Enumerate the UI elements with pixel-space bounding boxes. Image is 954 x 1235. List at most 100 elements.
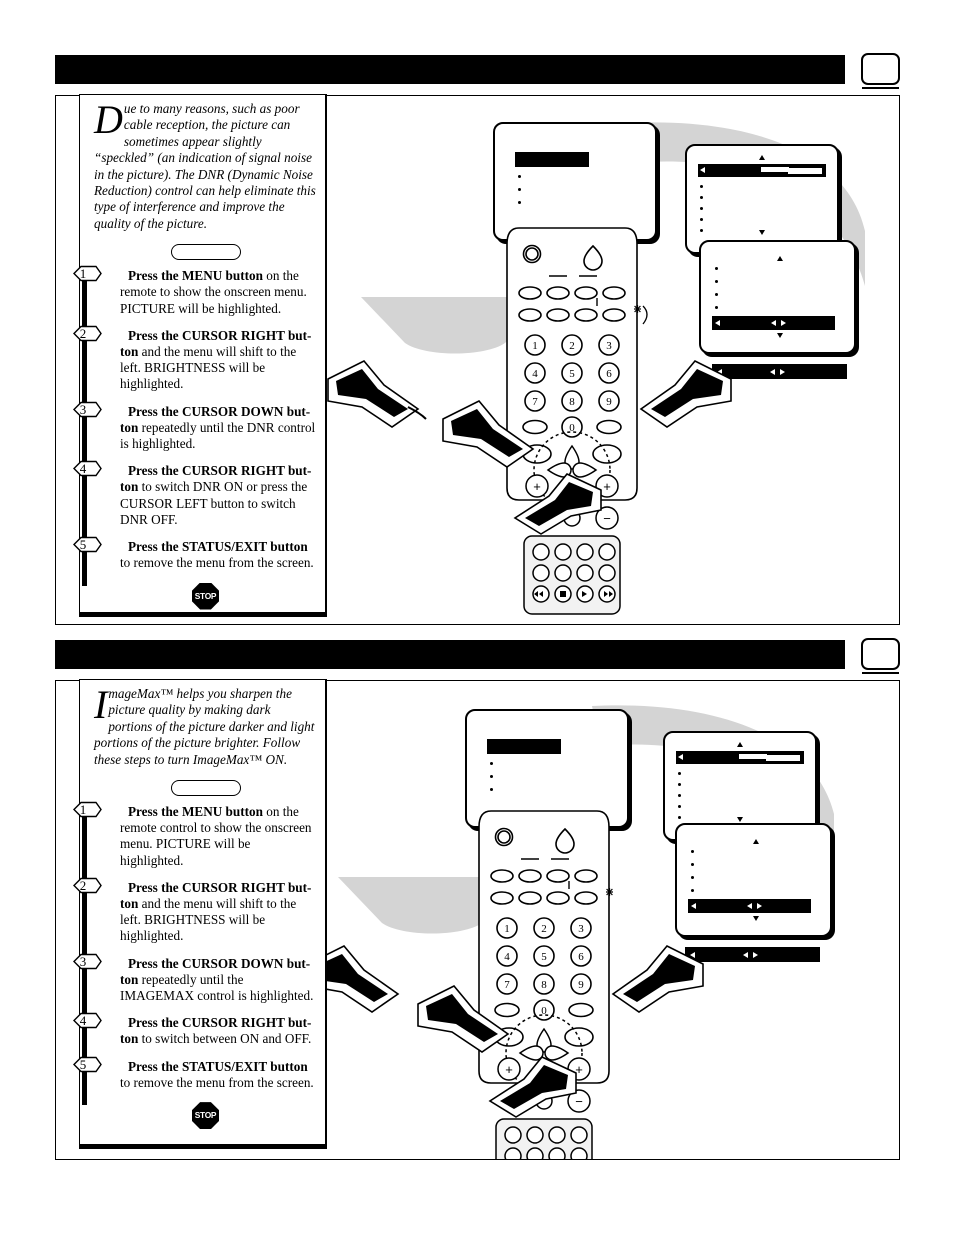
svg-text:4: 4 bbox=[532, 368, 538, 380]
pointing-hand-cursor-mid-imagemax bbox=[417, 985, 510, 1053]
osd-bullet bbox=[678, 816, 681, 819]
step-rail bbox=[82, 1070, 87, 1106]
steps-list-dnr: 1 Press the MENU button on the remote to… bbox=[73, 266, 317, 610]
svg-text:9: 9 bbox=[606, 396, 612, 408]
step-number: 1 bbox=[79, 802, 87, 818]
step-item: 1 Press the MENU button on the remote to… bbox=[73, 266, 317, 331]
step-text-rest: repeatedly until the DNR control is high… bbox=[120, 419, 316, 452]
step-text: Press the MENU button on the remote to s… bbox=[120, 268, 317, 317]
osd-up-arrow bbox=[753, 839, 759, 844]
step-item: 4 Press the CURSOR RIGHT but-ton to swit… bbox=[73, 461, 317, 543]
step-text-bold: Press the STATUS/EXIT button bbox=[128, 1058, 308, 1074]
menu-screen-3 bbox=[675, 823, 832, 937]
svg-text:4: 4 bbox=[504, 951, 510, 963]
pointing-hand-cursor-right-dnr bbox=[639, 360, 732, 428]
illustration-area-dnr: 123 456 789 0 + + − bbox=[327, 96, 899, 624]
step-number-badge: 3 bbox=[72, 401, 102, 418]
svg-text:2: 2 bbox=[541, 923, 547, 935]
menu-screen-2 bbox=[685, 144, 839, 254]
step-item: 3 Press the CURSOR DOWN but-ton repeated… bbox=[73, 401, 317, 467]
osd-up-arrow bbox=[737, 742, 743, 747]
instruction-panel-dnr: Due to many reasons, such as poor cable … bbox=[73, 94, 327, 617]
stop-sign-icon: STOP bbox=[192, 1102, 219, 1130]
stop-sign-icon: STOP bbox=[192, 582, 219, 610]
step-item: 1 Press the MENU button on the remote co… bbox=[73, 801, 317, 883]
intro-paragraph-imagemax: ImageMax™ helps you sharpen the picture … bbox=[94, 685, 317, 768]
steps-list-imagemax: 1 Press the MENU button on the remote co… bbox=[73, 801, 317, 1130]
osd-bullet bbox=[490, 788, 493, 791]
step-text: Press the STATUS/EXIT button to remove t… bbox=[120, 1059, 317, 1091]
step-rail bbox=[82, 415, 87, 467]
step-number: 2 bbox=[79, 877, 87, 893]
step-number-badge: 1 bbox=[72, 801, 102, 818]
section-header-bar-imagemax bbox=[55, 640, 845, 669]
pointing-hand-cursor-mid-dnr bbox=[442, 400, 535, 468]
step-item: 3 Press the CURSOR DOWN but-ton repeated… bbox=[73, 953, 317, 1019]
step-text-rest: and the menu will shift to the left. BRI… bbox=[120, 896, 297, 944]
svg-text:5: 5 bbox=[541, 951, 547, 963]
step-number-badge: 2 bbox=[72, 877, 102, 894]
pointing-hand-cursor-lower-imagemax bbox=[488, 1056, 577, 1118]
svg-text:8: 8 bbox=[541, 979, 547, 991]
menu-button-outline-dnr bbox=[170, 244, 241, 261]
step-number: 4 bbox=[79, 1013, 87, 1029]
step-number-badge: 5 bbox=[72, 536, 102, 553]
step-number: 2 bbox=[79, 325, 87, 341]
intro-text-imagemax: mageMax™ helps you sharpen the picture q… bbox=[94, 686, 315, 767]
osd-bullet bbox=[518, 175, 521, 178]
stop-sign-label: STOP bbox=[194, 1110, 217, 1121]
osd-slider-fill bbox=[761, 167, 789, 172]
illustration-area-imagemax: 123 456 789 0 + + − bbox=[327, 681, 899, 1159]
step-text-rest: to remove the menu from the screen. bbox=[120, 555, 314, 571]
svg-text:8: 8 bbox=[569, 396, 575, 408]
svg-text:1: 1 bbox=[504, 923, 510, 935]
step-text: Press the MENU button on the remote cont… bbox=[120, 804, 317, 869]
step-text-rest: to remove the menu from the screen. bbox=[120, 1074, 314, 1090]
osd-highlight-bar bbox=[487, 739, 561, 754]
svg-text:5: 5 bbox=[569, 368, 575, 380]
svg-text:6: 6 bbox=[606, 368, 612, 380]
content-frame-imagemax: ImageMax™ helps you sharpen the picture … bbox=[55, 679, 900, 1160]
osd-bullet bbox=[678, 783, 681, 786]
step-item: 4 Press the CURSOR RIGHT but-ton to swit… bbox=[73, 1013, 317, 1062]
osd-bullet bbox=[678, 794, 681, 797]
section-dnr: Due to many reasons, such as poor cable … bbox=[55, 53, 900, 625]
osd-bullet bbox=[691, 850, 694, 853]
osd-down-arrow bbox=[777, 333, 783, 338]
osd-slider-fill bbox=[739, 754, 767, 759]
step-text: Press the CURSOR RIGHT but-ton and the m… bbox=[120, 328, 317, 393]
osd-slider-track bbox=[788, 167, 822, 174]
intro-text-dnr: ue to many reasons, such as poor cable r… bbox=[94, 101, 316, 231]
step-rail bbox=[82, 475, 87, 543]
pointing-hand-cursor-lower-dnr bbox=[513, 473, 602, 535]
step-rail bbox=[82, 816, 87, 883]
step-text-bold: Press the MENU button bbox=[128, 804, 263, 820]
step-number: 1 bbox=[79, 266, 87, 282]
step-number-badge: 3 bbox=[72, 953, 102, 970]
osd-bullet bbox=[678, 772, 681, 775]
osd-bullet bbox=[715, 306, 718, 309]
step-number: 5 bbox=[79, 537, 87, 553]
osd-bullet bbox=[490, 762, 493, 765]
svg-text:6: 6 bbox=[578, 951, 584, 963]
osd-highlight-bar bbox=[515, 152, 589, 167]
step-item: 2 Press the CURSOR RIGHT but-ton and the… bbox=[73, 325, 317, 407]
osd-up-arrow bbox=[777, 256, 783, 261]
step-number: 3 bbox=[79, 953, 87, 969]
step-text-rest: and the menu will shift to the left. BRI… bbox=[120, 344, 297, 392]
step-rail bbox=[82, 891, 87, 959]
pointing-hand-cursor-left-imagemax bbox=[327, 945, 400, 1013]
step-item: 5 Press the STATUS/EXIT button to remove… bbox=[73, 536, 317, 586]
drop-cap-dnr: D bbox=[94, 97, 123, 142]
step-text: Press the CURSOR DOWN but-ton repeatedly… bbox=[120, 404, 317, 453]
osd-bullet bbox=[691, 863, 694, 866]
step-number: 4 bbox=[79, 461, 87, 477]
svg-text:1: 1 bbox=[532, 340, 538, 352]
osd-down-arrow bbox=[753, 916, 759, 921]
pointing-hand-cursor-left-dnr bbox=[327, 360, 427, 428]
step-text: Press the CURSOR RIGHT but-ton to switch… bbox=[120, 1015, 317, 1047]
step-number: 3 bbox=[79, 401, 87, 417]
page-number-box-imagemax bbox=[861, 638, 900, 674]
osd-bullet bbox=[691, 889, 694, 892]
svg-text:2: 2 bbox=[569, 340, 575, 352]
